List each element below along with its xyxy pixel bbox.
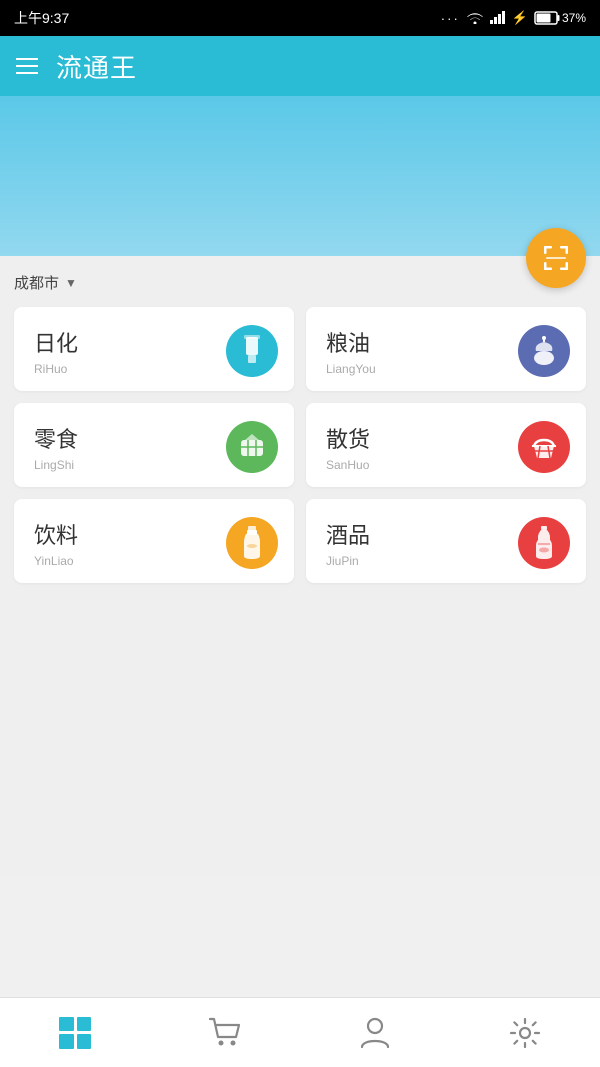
battery-container: 37% [534,11,586,25]
category-card-sanhuo[interactable]: 散货 SanHuo [306,403,586,487]
signal-dots: ··· [441,11,460,26]
category-pinyin-rihuo: RiHuo [34,362,78,376]
category-card-jiupin[interactable]: 酒品 JiuPin [306,499,586,583]
category-icon-sanhuo [518,421,570,473]
charging-icon: ⚡ [512,10,528,26]
user-icon [357,1015,393,1051]
wifi-icon [466,10,484,27]
menu-button[interactable] [16,58,38,74]
battery-percent: 37% [562,11,586,25]
cart-icon [207,1015,243,1051]
scan-button[interactable] [526,228,586,288]
category-icon-rihuo [226,325,278,377]
signal-icon [490,10,506,27]
app-bar: 流通王 [0,36,600,96]
category-card-lingshi[interactable]: 零食 LingShi [14,403,294,487]
city-name: 成都市 [14,272,59,293]
status-icons: ··· ⚡ 37% [441,10,586,27]
city-row: 成都市 ▼ [14,268,586,293]
category-pinyin-sanhuo: SanHuo [326,458,370,472]
category-icon-yinliao [226,517,278,569]
category-icon-liangyou [518,325,570,377]
nav-item-user[interactable] [300,998,450,1067]
nav-item-settings[interactable] [450,998,600,1067]
status-time: 上午9:37 [14,8,69,28]
banner [0,96,600,256]
category-card-liangyou[interactable]: 粮油 LiangYou [306,307,586,391]
nav-item-home[interactable] [0,998,150,1067]
category-pinyin-liangyou: LiangYou [326,362,376,376]
category-card-yinliao[interactable]: 饮料 YinLiao [14,499,294,583]
category-name-sanhuo: 散货 [326,422,370,454]
city-dropdown-arrow: ▼ [65,276,77,290]
category-grid: 日化 RiHuo 粮油 LiangYou [14,307,586,583]
category-card-rihuo[interactable]: 日化 RiHuo [14,307,294,391]
category-pinyin-yinliao: YinLiao [34,554,78,568]
category-icon-lingshi [226,421,278,473]
app-title: 流通王 [56,48,137,85]
category-name-jiupin: 酒品 [326,518,370,550]
category-pinyin-jiupin: JiuPin [326,554,370,568]
settings-icon [507,1015,543,1051]
category-pinyin-lingshi: LingShi [34,458,78,472]
home-icon [57,1015,93,1051]
category-name-rihuo: 日化 [34,326,78,358]
city-selector[interactable]: 成都市 ▼ [14,272,77,293]
nav-item-cart[interactable] [150,998,300,1067]
category-icon-jiupin [518,517,570,569]
status-bar: 上午9:37 ··· ⚡ 37% [0,0,600,36]
category-name-lingshi: 零食 [34,422,78,454]
category-name-liangyou: 粮油 [326,326,376,358]
content-area: 成都市 ▼ 日化 RiHuo 粮油 LiangYou [0,256,600,876]
bottom-nav [0,997,600,1067]
category-name-yinliao: 饮料 [34,518,78,550]
